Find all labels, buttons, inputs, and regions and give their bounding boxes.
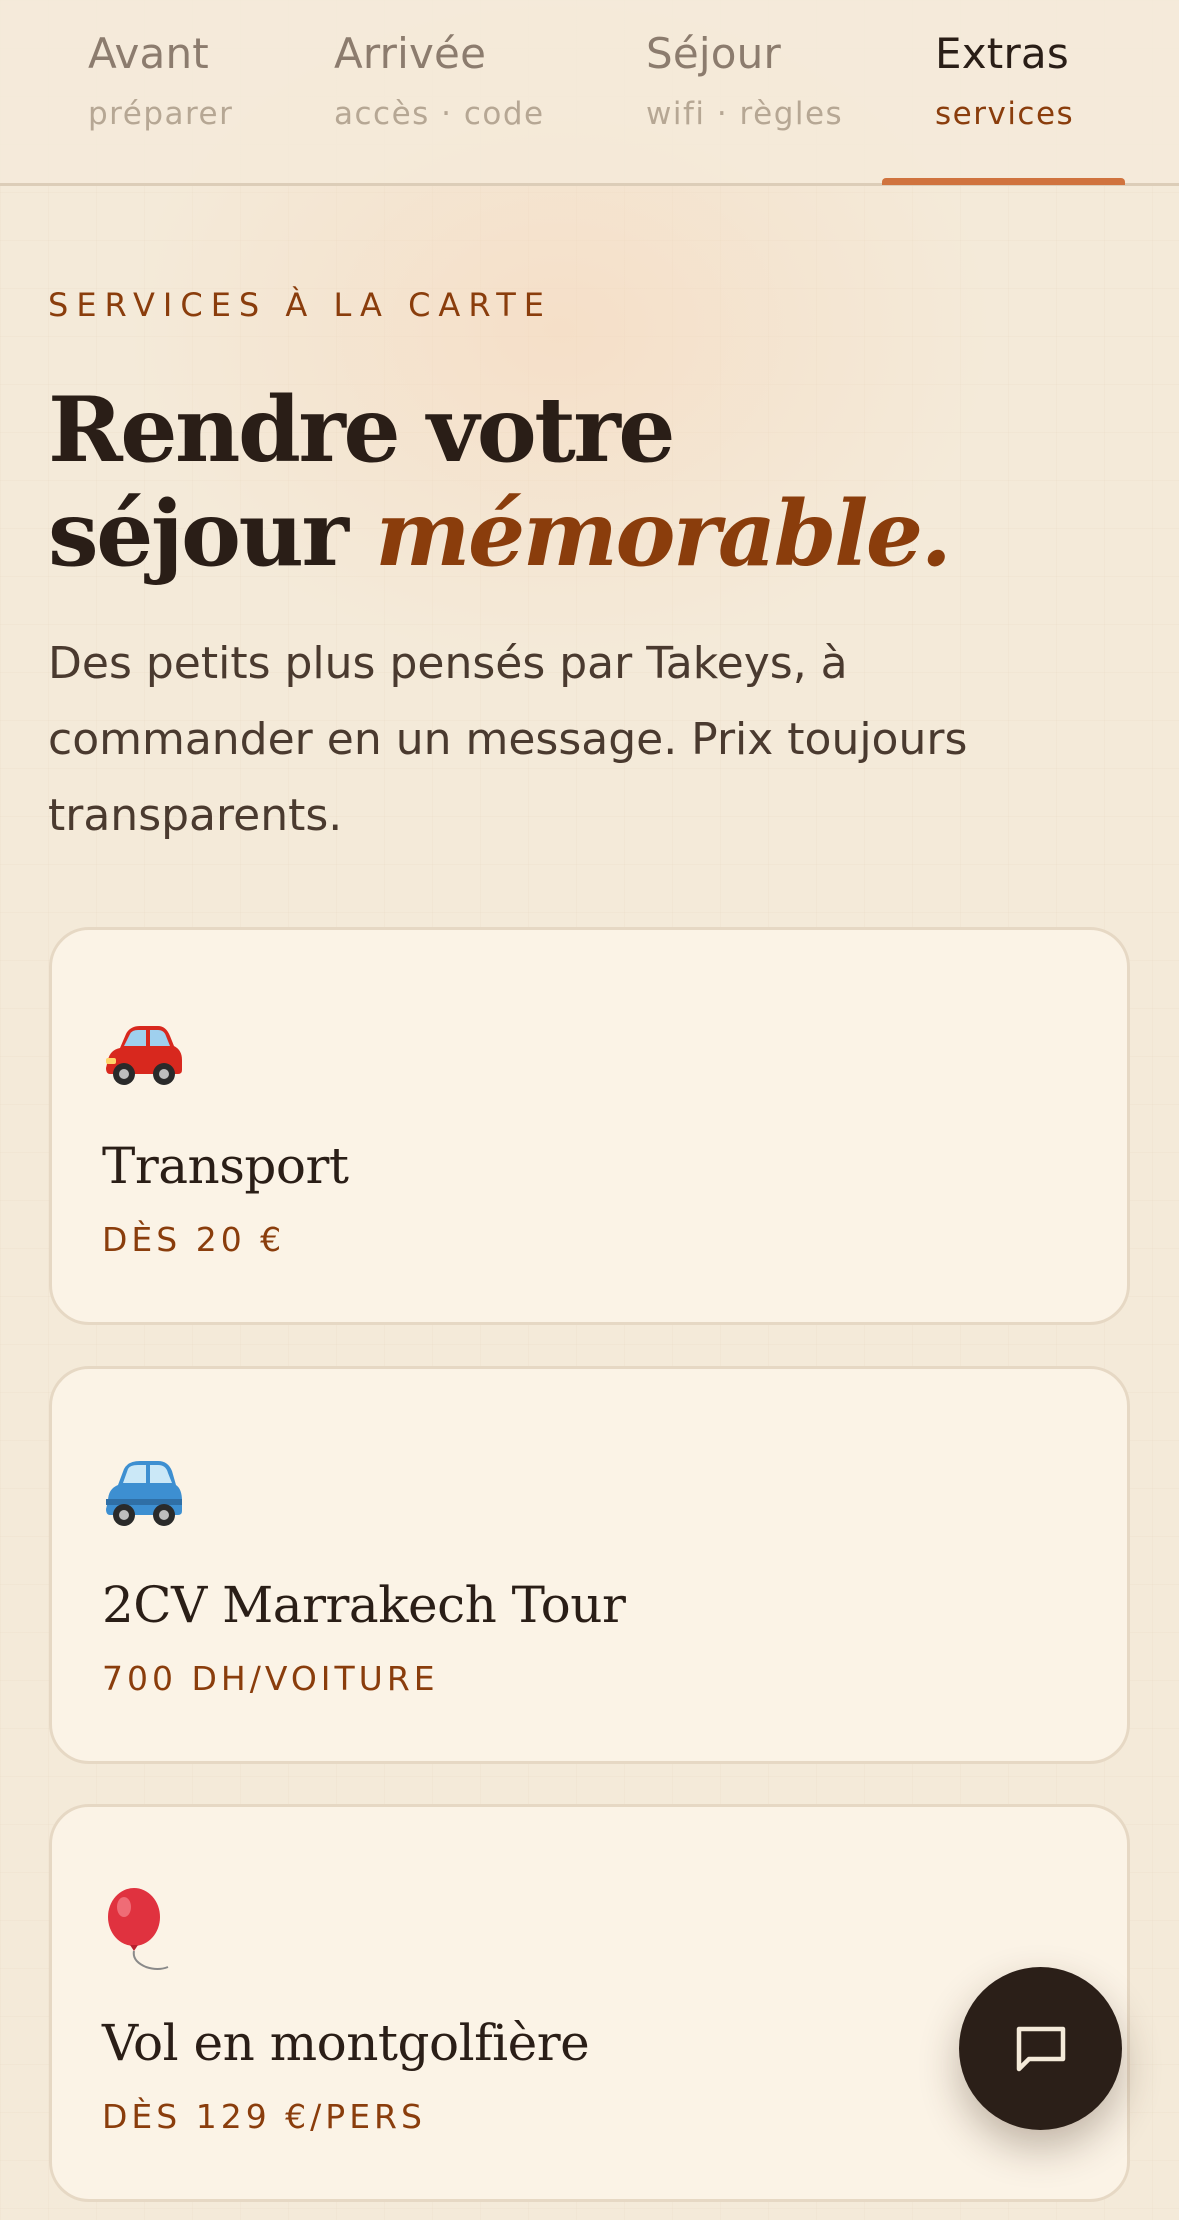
service-price: 700 DH/VOITURE [102,1659,439,1698]
section-tabs: Avant préparer Arrivée accès · code Séjo… [0,0,1179,186]
chat-bubble-icon [1016,2026,1065,2071]
service-card-2cv-tour[interactable]: 2CV Marrakech Tour 700 DH/VOITURE [49,1366,1130,1764]
service-title: Transport [102,1137,349,1195]
tab-subtitle: accès · code [334,96,545,132]
balloon-icon [108,1888,169,1970]
tab-title: Arrivée [334,29,487,78]
tab-title: Avant [88,29,209,78]
headline-line-2: séjour [48,481,376,587]
headline-accent: mémorable. [375,481,952,587]
intro-text: Des petits plus pensés par Takeys, à com… [48,638,968,841]
service-title: Vol en montgolfière [102,2014,590,2072]
page-title: Rendre votre séjour mémorable. [48,378,1128,586]
tab-arrivee[interactable]: Arrivée accès · code [334,26,545,186]
headline-line-1: Rendre votre [48,377,676,483]
tab-extras[interactable]: Extras services [935,26,1074,186]
tab-avant[interactable]: Avant préparer [88,26,233,186]
tab-sejour[interactable]: Séjour wifi · règles [646,26,843,186]
red-car-icon [106,1026,182,1085]
service-price: DÈS 20 € [102,1220,286,1259]
blue-car-icon [106,1461,182,1526]
active-tab-indicator [882,178,1125,185]
chat-button[interactable] [959,1967,1122,2130]
tab-title: Séjour [646,29,781,78]
tab-subtitle: services [935,96,1075,132]
section-eyebrow: SERVICES À LA CARTE [48,286,552,324]
tab-subtitle: wifi · règles [646,96,844,132]
tab-title: Extras [935,29,1069,78]
tab-subtitle: préparer [88,96,234,132]
service-price: DÈS 129 €/PERS [102,2097,426,2136]
service-card-montgolfiere[interactable]: Vol en montgolfière DÈS 129 €/PERS [49,1804,1130,2202]
service-card-transport[interactable]: Transport DÈS 20 € [49,927,1130,1325]
service-title: 2CV Marrakech Tour [102,1576,626,1634]
